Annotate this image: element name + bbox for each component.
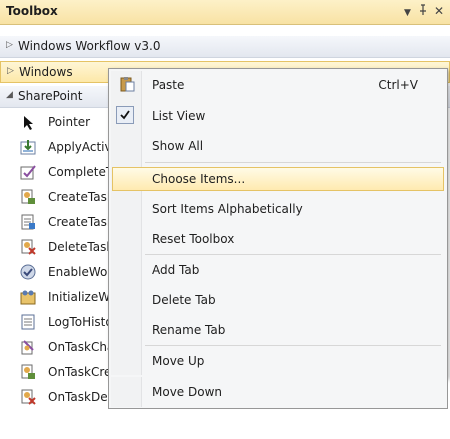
- menu-item-label: Move Down: [152, 385, 222, 399]
- menu-item-rename-tab[interactable]: Rename Tab: [112, 318, 444, 342]
- menu-item-label: Choose Items...: [152, 172, 246, 186]
- tab-label: Windows Workflow v3.0: [18, 39, 161, 53]
- menu-separator: [145, 254, 441, 255]
- paste-icon: [119, 76, 135, 92]
- menu-item-add-tab[interactable]: Add Tab: [112, 258, 444, 282]
- menu-item-shortcut: Ctrl+V: [378, 78, 418, 92]
- complete-task-icon: [20, 164, 36, 180]
- create-task-content-type-icon: [20, 214, 36, 230]
- toolbox-title-bar: Toolbox ▼ ✕: [0, 0, 450, 25]
- enable-modification-icon: [20, 264, 36, 280]
- menu-item-label: Rename Tab: [152, 323, 226, 337]
- menu-item-label: Show All: [152, 139, 204, 153]
- menu-item-label: Move Up: [152, 354, 205, 368]
- on-task-changed-icon: [20, 339, 36, 355]
- menu-item-label: Reset Toolbox: [152, 232, 235, 246]
- menu-item-reset-toolbox[interactable]: Reset Toolbox: [112, 227, 444, 251]
- tool-label: DeleteTask: [48, 240, 114, 254]
- close-icon[interactable]: ✕: [434, 4, 444, 18]
- apply-activation-icon: [20, 139, 36, 155]
- tab-label: Windows: [19, 65, 73, 79]
- window-position-dropdown-icon[interactable]: ▼: [404, 6, 411, 20]
- tool-label: Pointer: [48, 115, 91, 129]
- context-menu-tail: Move Down: [108, 377, 448, 409]
- toolbox-title: Toolbox: [6, 4, 58, 18]
- menu-separator: [145, 345, 441, 346]
- menu-item-label: Sort Items Alphabetically: [152, 202, 303, 216]
- delete-task-icon: [20, 239, 36, 255]
- menu-item-label: List View: [152, 109, 206, 123]
- log-history-icon: [20, 314, 36, 330]
- menu-item-label: Delete Tab: [152, 293, 216, 307]
- tool-label: CreateTask: [48, 190, 114, 204]
- on-task-created-icon: [20, 364, 36, 380]
- context-menu: Paste Ctrl+V List View Show All Choose I…: [108, 68, 448, 378]
- menu-separator: [145, 162, 441, 163]
- expanded-arrow-icon: ◢: [6, 90, 13, 100]
- menu-item-label: Add Tab: [152, 263, 200, 277]
- initialize-workflow-icon: [20, 289, 36, 305]
- on-task-deleted-icon: [20, 389, 36, 405]
- auto-hide-pin-icon[interactable]: [418, 4, 428, 19]
- create-task-icon: [20, 189, 36, 205]
- menu-item-list-view[interactable]: List View: [112, 104, 444, 128]
- collapsed-arrow-icon: ▷: [6, 40, 13, 50]
- tab-windows-workflow-v3[interactable]: ▷ Windows Workflow v3.0: [0, 36, 450, 58]
- menu-item-show-all[interactable]: Show All: [112, 134, 444, 158]
- pointer-icon: [22, 115, 38, 131]
- menu-item-move-up[interactable]: Move Up: [112, 349, 444, 373]
- menu-item-label: Paste: [152, 78, 185, 92]
- menu-item-paste[interactable]: Paste Ctrl+V: [112, 73, 444, 97]
- menu-item-move-down[interactable]: Move Down: [112, 380, 444, 404]
- collapsed-arrow-icon: ▷: [7, 66, 14, 76]
- checkmark-icon: [116, 106, 134, 124]
- menu-item-choose-items[interactable]: Choose Items...: [112, 167, 444, 191]
- tab-label: SharePoint: [18, 89, 83, 103]
- menu-item-sort-alphabetically[interactable]: Sort Items Alphabetically: [112, 197, 444, 221]
- menu-item-delete-tab[interactable]: Delete Tab: [112, 288, 444, 312]
